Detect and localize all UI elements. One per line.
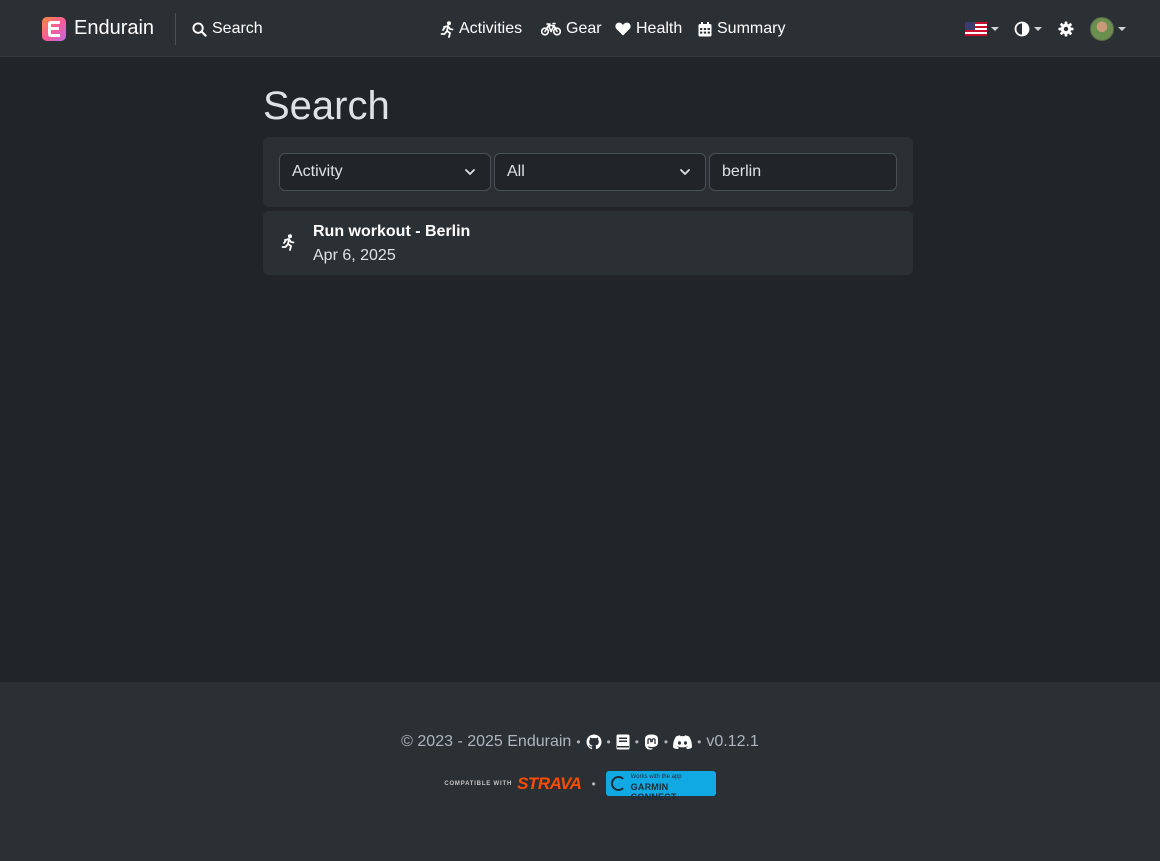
separator-dot: • — [697, 735, 702, 749]
caret-down-icon — [991, 27, 999, 31]
app-version: v0.12.1 — [706, 733, 759, 750]
navbar-divider — [175, 13, 176, 45]
bicycle-icon — [541, 22, 561, 36]
search-input-value: berlin — [722, 163, 762, 180]
running-icon — [440, 20, 454, 38]
heart-icon — [615, 22, 631, 36]
search-type-value: Activity — [292, 163, 343, 180]
docs-icon[interactable] — [616, 734, 630, 750]
brand-link[interactable]: Endurain — [42, 16, 154, 41]
search-input[interactable]: berlin — [709, 153, 897, 191]
garmin-small-text: Works with the app — [630, 774, 682, 780]
us-flag-icon — [965, 22, 987, 36]
top-navbar: Endurain Search Activities Gear Health S… — [0, 0, 1160, 57]
separator-dot: • — [663, 735, 669, 749]
page-title: Search — [263, 84, 390, 128]
nav-summary-link[interactable]: Summary — [698, 18, 785, 40]
calendar-icon — [698, 21, 712, 36]
garmin-connect-badge[interactable]: Works with the app GARMIN CONNECT — [605, 771, 716, 802]
avatar — [1090, 17, 1114, 41]
separator-dot: • — [591, 776, 596, 791]
mastodon-icon[interactable] — [644, 734, 659, 750]
page-footer: © 2023 - 2025 Endurain • • • • • v0.12.1… — [0, 682, 1160, 861]
nav-gear-label: Gear — [566, 20, 602, 37]
endurain-logo-icon — [42, 16, 66, 41]
search-filter-card: Activity All berlin — [263, 137, 913, 207]
result-date: Apr 6, 2025 — [313, 247, 396, 264]
search-icon — [192, 21, 207, 37]
chevron-down-icon — [680, 169, 690, 175]
result-title: Run workout - Berlin — [313, 223, 471, 240]
caret-down-icon — [1118, 27, 1126, 31]
settings-link[interactable] — [1058, 18, 1074, 40]
chevron-down-icon — [465, 169, 475, 175]
theme-toggle-icon — [1014, 21, 1030, 37]
separator-dot: • — [606, 735, 611, 749]
strava-compatible-badge[interactable]: COMPATIBLE WITH STRAVA — [444, 773, 582, 794]
garmin-connect-icon — [610, 776, 626, 791]
garmin-big-text: GARMIN CONNECT — [630, 782, 677, 802]
nav-search-label: Search — [212, 20, 263, 37]
nav-activities-label: Activities — [459, 20, 523, 37]
footer-links: © 2023 - 2025 Endurain • • • • • v0.12.1 — [0, 732, 1160, 752]
separator-dot: • — [576, 735, 581, 749]
discord-icon[interactable] — [673, 735, 693, 749]
language-dropdown[interactable] — [965, 18, 999, 40]
user-dropdown[interactable] — [1090, 17, 1126, 41]
caret-down-icon — [1034, 27, 1042, 31]
brand-name: Endurain — [74, 17, 155, 39]
search-type-select[interactable]: Activity — [279, 153, 491, 191]
activity-type-select[interactable]: All — [494, 153, 706, 191]
strava-logo: STRAVA — [517, 773, 582, 793]
nav-gear-link[interactable]: Gear — [541, 18, 602, 40]
nav-summary-label: Summary — [717, 20, 786, 37]
separator-dot: • — [634, 735, 639, 749]
github-icon[interactable] — [586, 734, 602, 750]
gear-icon — [1058, 21, 1074, 37]
nav-search-link[interactable]: Search — [192, 18, 263, 40]
strava-compat-text: COMPATIBLE WITH — [444, 780, 513, 787]
running-icon — [281, 234, 295, 251]
nav-health-label: Health — [636, 20, 683, 37]
nav-health-link[interactable]: Health — [615, 18, 682, 40]
theme-dropdown[interactable] — [1014, 18, 1042, 40]
nav-activities-link[interactable]: Activities — [440, 18, 522, 40]
partner-badges: COMPATIBLE WITH STRAVA • Works with the … — [0, 771, 1160, 802]
footer-copyright: © 2023 - 2025 Endurain — [401, 733, 572, 750]
activity-type-value: All — [507, 163, 525, 180]
search-result-item[interactable]: Run workout - Berlin Apr 6, 2025 — [263, 211, 913, 275]
